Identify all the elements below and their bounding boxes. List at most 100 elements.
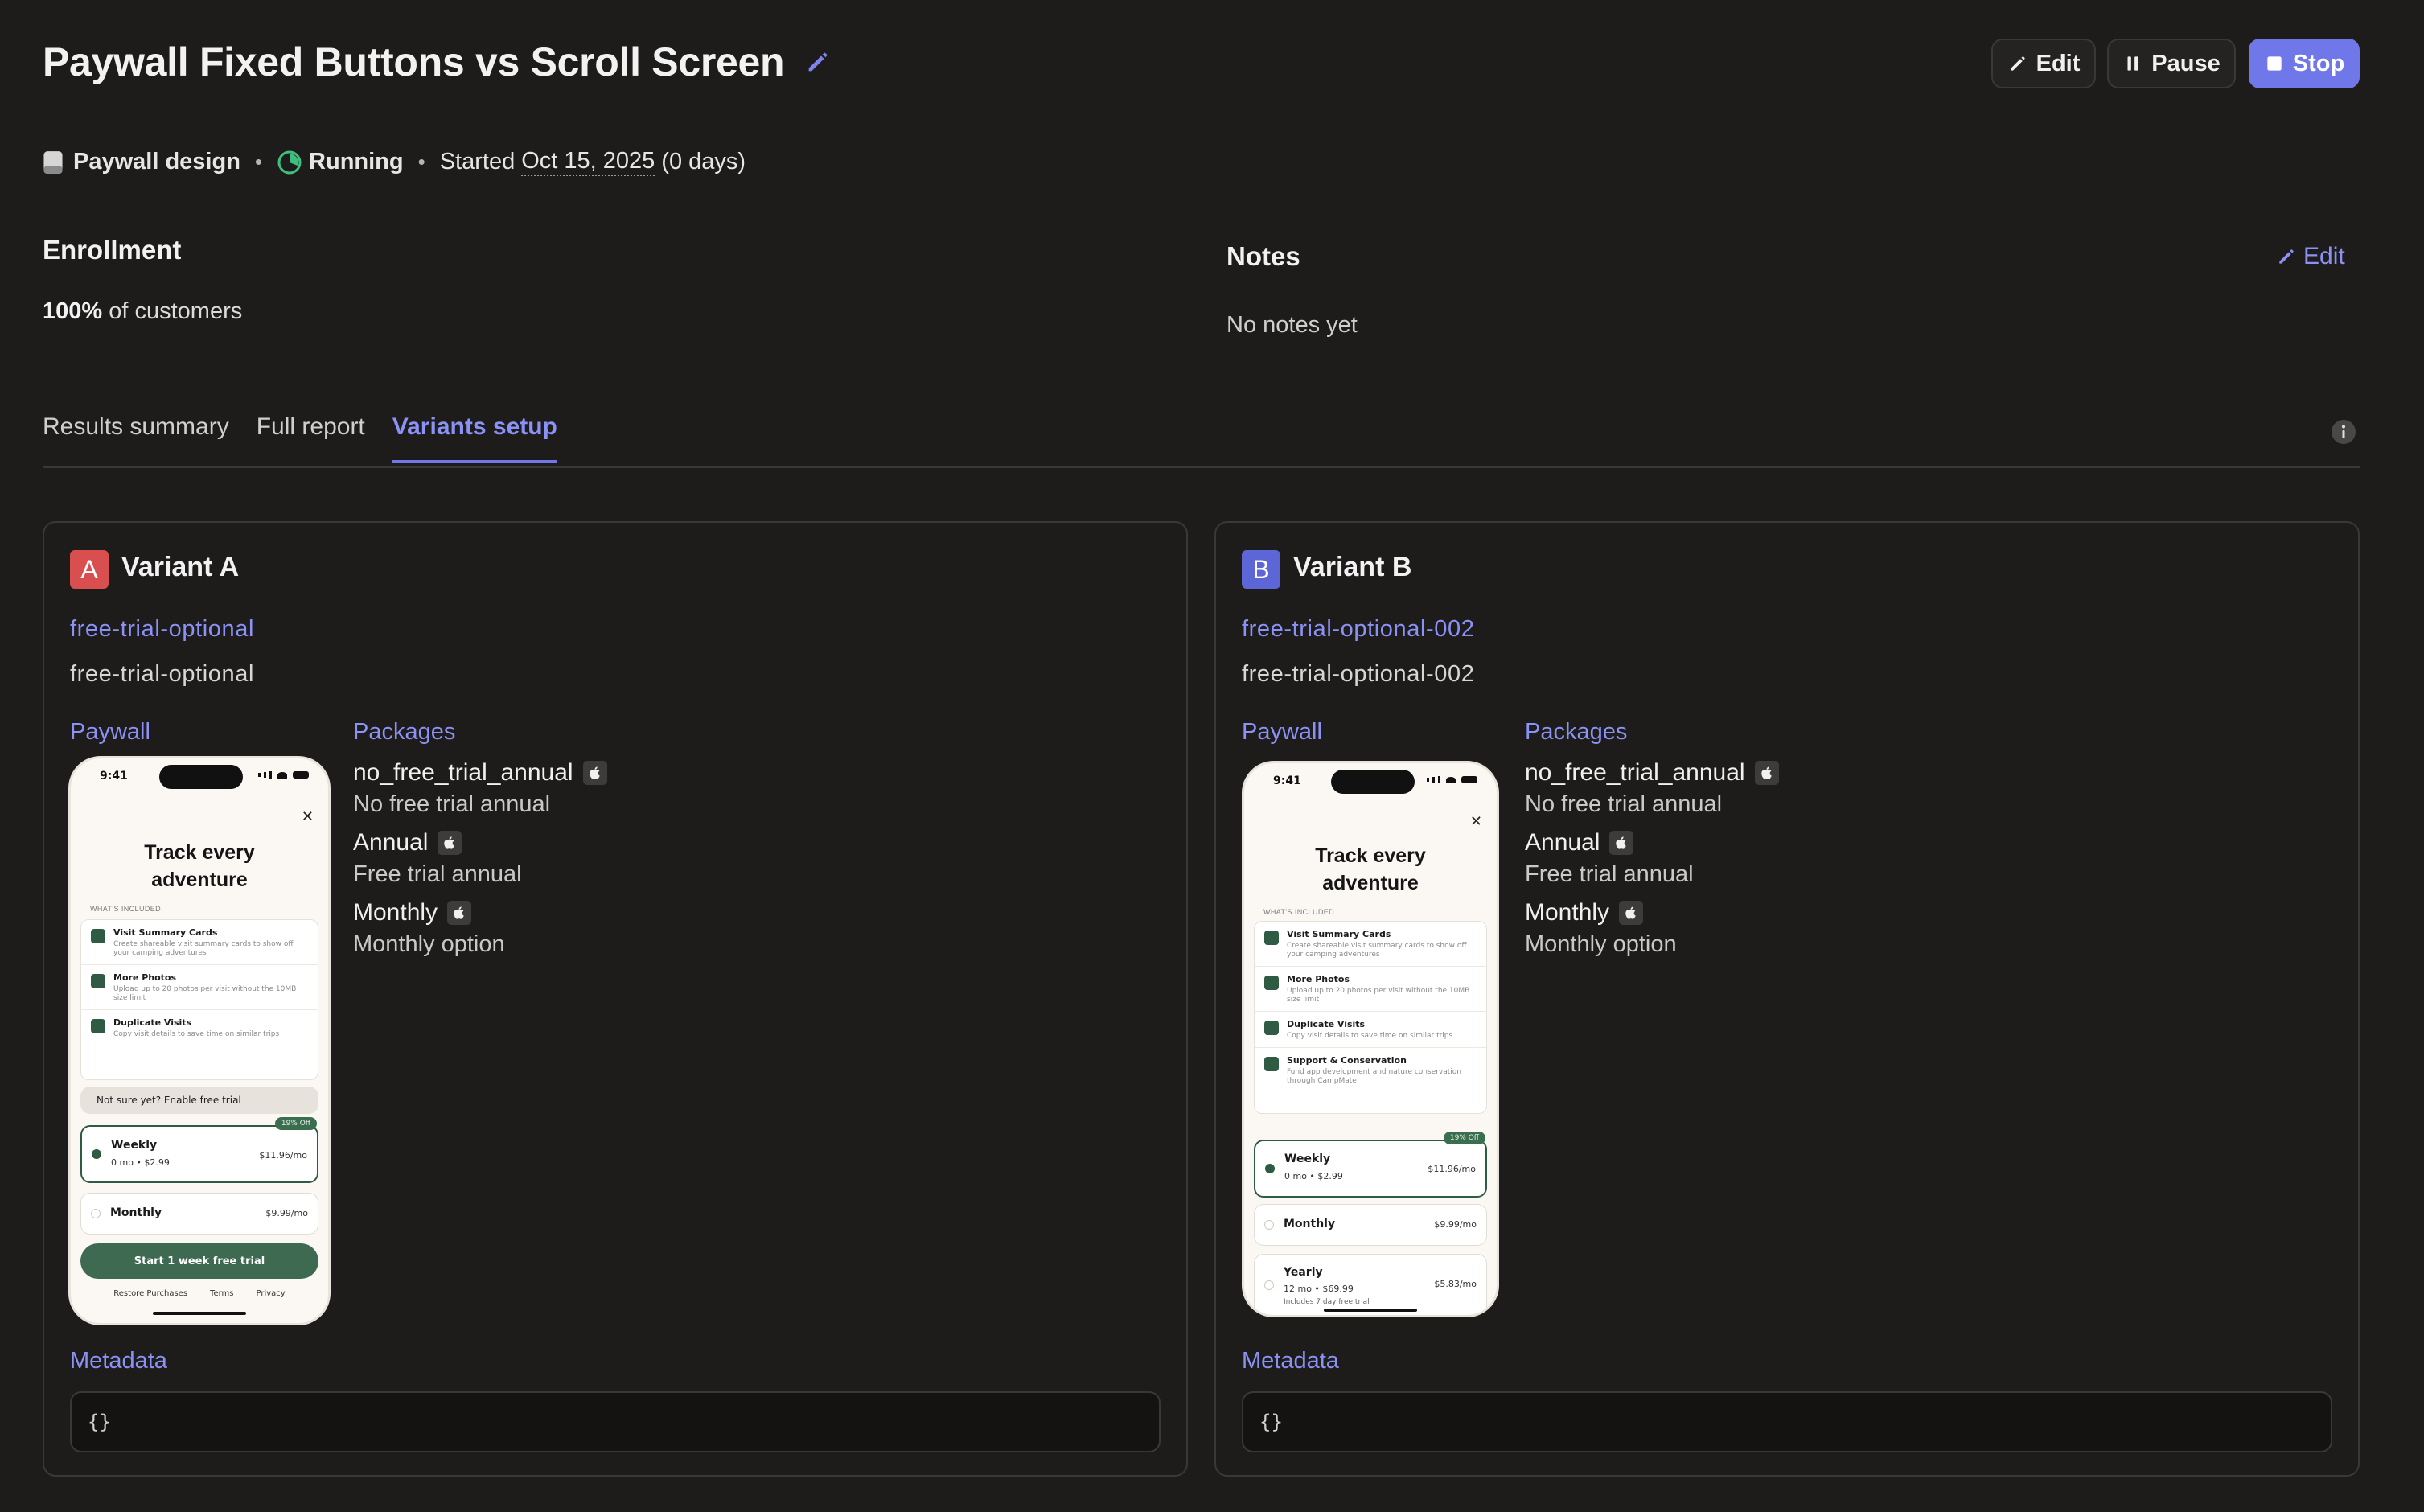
plan-price: $9.99/mo (265, 1208, 308, 1218)
packages-label: Packages (1525, 719, 1628, 745)
feature-desc: Upload up to 20 photos per visit without… (113, 985, 297, 1002)
feature-desc: Fund app development and nature conserva… (1287, 1068, 1462, 1085)
apple-icon (1619, 901, 1644, 925)
metadata-field[interactable]: {} (70, 1391, 1161, 1452)
paywall-label: Paywall (70, 719, 150, 745)
restore-purchases-link[interactable]: Restore Purchases (113, 1289, 187, 1298)
plan-price: $11.96/mo (1428, 1164, 1476, 1174)
package-name: Monthly (353, 899, 438, 926)
metadata-field[interactable]: {} (1242, 1391, 2332, 1452)
pencil-icon[interactable] (804, 48, 832, 76)
offering-link[interactable]: free-trial-optional-002 (1242, 616, 1474, 643)
section-label: WHAT'S INCLUDED (1263, 908, 1335, 916)
paywall-preview[interactable]: 9:41 ✕ Track every adventure WHAT'S INCL… (1242, 761, 1499, 1317)
apple-icon (1754, 761, 1779, 785)
plan-price: $5.83/mo (1434, 1279, 1477, 1289)
feature-title: More Photos (113, 972, 177, 983)
stop-button[interactable]: Stop (2249, 39, 2360, 88)
status-bar-icons (258, 771, 309, 779)
stop-label: Stop (2292, 50, 2345, 76)
terms-link[interactable]: Terms (210, 1289, 233, 1298)
feature-item: More Photos Upload up to 20 photos per vi… (81, 965, 318, 1010)
feature-title: Duplicate Visits (1287, 1019, 1366, 1029)
notes-empty-text: No notes yet (1226, 312, 1358, 338)
info-icon[interactable] (2331, 419, 2356, 445)
started-date[interactable]: Oct 15, 2025 (521, 148, 655, 176)
edit-experiment-button[interactable]: Edit (1991, 39, 2096, 88)
packages-label: Packages (353, 719, 456, 745)
tab-divider (43, 466, 2360, 468)
placement-name[interactable]: Paywall design (73, 149, 240, 175)
free-trial-toggle[interactable]: Not sure yet? Enable free trial (80, 1087, 318, 1114)
feature-desc: Create shareable visit summary cards to … (113, 940, 294, 957)
enrollment-suffix: of customers (109, 298, 243, 324)
feature-item: Duplicate Visits Copy visit details to sa… (1255, 1012, 1486, 1048)
pencil-icon (2279, 249, 2294, 264)
feature-title: More Photos (1287, 974, 1350, 984)
tab-bar: Results summary Full report Variants set… (43, 413, 557, 463)
home-indicator (1324, 1309, 1417, 1312)
package-list: no_free_trial_annual No free trial annua… (353, 759, 607, 969)
experiment-meta: Paywall design • Running • Started Oct 1… (43, 148, 746, 176)
feature-icon (91, 974, 105, 988)
apple-icon (1609, 831, 1634, 855)
feature-icon (1264, 976, 1279, 990)
separator-dot: • (254, 150, 263, 174)
enrollment-title: Enrollment (43, 235, 182, 265)
offering-link[interactable]: free-trial-optional (70, 616, 254, 643)
paywall-preview[interactable]: 9:41 ✕ Track every adventure WHAT'S INCL… (68, 756, 331, 1325)
start-trial-button[interactable]: Start 1 week free trial (80, 1243, 318, 1279)
radio-unselected (1264, 1220, 1274, 1230)
tab-results-summary[interactable]: Results summary (43, 413, 229, 463)
close-icon[interactable]: ✕ (302, 808, 314, 825)
variant-card-b: B Variant B free-trial-optional-002 free… (1214, 521, 2360, 1477)
feature-item: Support & Conservation Fund app developme… (1255, 1048, 1486, 1092)
tab-variants-setup[interactable]: Variants setup (392, 413, 557, 463)
paywall-headline-1: Track every (144, 841, 255, 864)
variant-badge: A (70, 550, 109, 589)
package-description: Monthly option (353, 931, 505, 957)
section-label: WHAT'S INCLUDED (90, 905, 162, 913)
plan-option-monthly[interactable]: Monthly $9.99/mo (1254, 1204, 1487, 1246)
plan-option-weekly[interactable]: 19% Off Weekly 0 mo • $2.99 $11.96/mo (80, 1117, 318, 1183)
document-icon (43, 150, 63, 174)
package-description: No free trial annual (1525, 791, 1723, 817)
pause-icon (2127, 56, 2138, 71)
paywall-headline-2: adventure (1322, 872, 1419, 894)
feature-desc: Copy visit details to save time on simil… (1287, 1032, 1453, 1040)
radio-selected (92, 1149, 101, 1159)
plan-name: Monthly (1284, 1218, 1336, 1231)
edit-notes-button[interactable]: Edit (2276, 243, 2345, 270)
privacy-link[interactable]: Privacy (256, 1289, 285, 1298)
package-description: No free trial annual (353, 791, 551, 817)
status-bar-icons (1427, 776, 1477, 783)
package-item: Annual Free trial annual (353, 829, 607, 888)
variant-name: Variant B (1293, 552, 1412, 582)
package-item: Monthly Monthly option (353, 899, 607, 958)
dynamic-island (159, 765, 243, 789)
apple-icon (447, 901, 472, 925)
close-icon[interactable]: ✕ (1470, 813, 1482, 830)
feature-desc: Upload up to 20 photos per visit without… (1287, 987, 1470, 1004)
package-name: Annual (1525, 829, 1600, 856)
duration: (0 days) (661, 149, 746, 175)
package-item: no_free_trial_annual No free trial annua… (353, 759, 607, 818)
stop-icon (2267, 56, 2282, 71)
pause-button[interactable]: Pause (2107, 39, 2236, 88)
package-name: no_free_trial_annual (353, 759, 573, 786)
metadata-label: Metadata (70, 1348, 167, 1374)
feature-item: Visit Summary Cards Create shareable visi… (81, 920, 318, 965)
package-name: Annual (353, 829, 429, 856)
package-name: no_free_trial_annual (1525, 759, 1745, 786)
tab-full-report[interactable]: Full report (257, 413, 365, 463)
paywall-headline-1: Track every (1315, 844, 1426, 867)
package-item: Monthly Monthly option (1525, 899, 1779, 958)
variant-badge: B (1242, 550, 1280, 589)
plan-option-monthly[interactable]: Monthly $9.99/mo (80, 1193, 318, 1235)
discount-badge: 19% Off (1443, 1132, 1485, 1144)
feature-title: Duplicate Visits (113, 1017, 192, 1028)
feature-title: Visit Summary Cards (113, 927, 218, 938)
running-status-icon (277, 150, 302, 174)
plan-option-weekly[interactable]: 19% Off Weekly 0 mo • $2.99 $11.96/mo (1254, 1132, 1487, 1198)
offering-description: free-trial-optional-002 (1242, 661, 1475, 687)
